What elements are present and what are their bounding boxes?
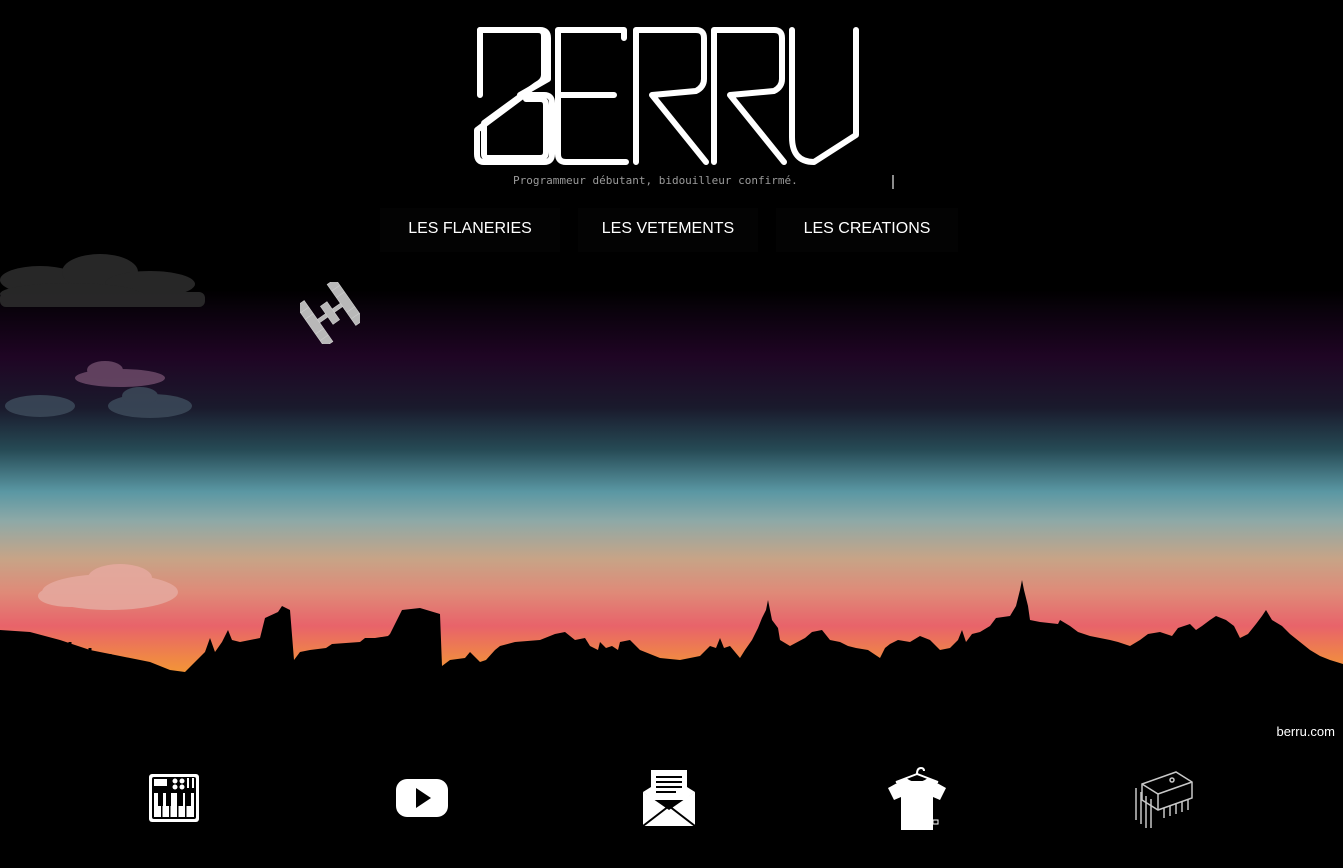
clouds-illustration xyxy=(0,254,205,610)
tshirt-hanger-icon[interactable] xyxy=(886,766,948,832)
city-skyline-silhouette xyxy=(0,580,1343,720)
berru-logo xyxy=(474,27,859,165)
youtube-icon[interactable] xyxy=(391,766,453,832)
nav-item-creations[interactable]: LES CREATIONS xyxy=(776,208,958,252)
text-cursor xyxy=(892,175,894,189)
site-domain: berru.com xyxy=(1276,724,1335,739)
microchip-icon[interactable] xyxy=(1134,766,1196,832)
nav-item-vetements[interactable]: LES VETEMENTS xyxy=(578,208,758,252)
synthesizer-icon[interactable] xyxy=(143,766,205,832)
tagline: Programmeur débutant, bidouilleur confir… xyxy=(513,174,798,187)
page: Programmeur débutant, bidouilleur confir… xyxy=(0,0,1343,868)
nav-item-flaneries[interactable]: LES FLANERIES xyxy=(380,208,560,252)
main-nav: LES FLANERIES LES VETEMENTS LES CREATION… xyxy=(380,208,960,252)
space-station-illustration xyxy=(300,282,360,344)
newsletter-envelope-icon[interactable] xyxy=(638,766,700,832)
